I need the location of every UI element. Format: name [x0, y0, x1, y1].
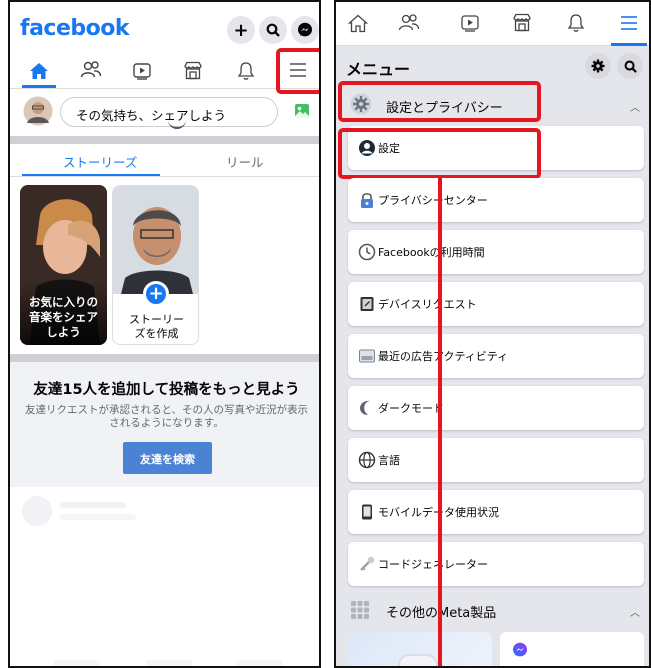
menu-item-privacy-center[interactable]: プライバシーセンター — [348, 178, 644, 222]
menu-item-code-generator[interactable]: コードジェネレーター — [348, 542, 644, 586]
menu-item-label: ダークモード — [378, 402, 444, 415]
profile-avatar[interactable] — [23, 96, 53, 126]
menu-item-settings[interactable]: 設定 — [348, 126, 644, 170]
phone-icon — [362, 504, 372, 520]
composer-placeholder: その気持ち、シェアしよう — [76, 108, 227, 123]
notifications-bell-icon[interactable] — [567, 13, 585, 33]
notifications-bell-icon[interactable] — [237, 61, 255, 81]
facebook-home-screen: facebook + その気持ち、シェアしよう ストーリーズ リール お気に入り… — [8, 0, 321, 668]
add-story-plus-icon[interactable]: + — [143, 281, 169, 307]
menu-item-label: デバイスリクエスト — [378, 298, 477, 311]
menu-item-label: Facebookの利用時間 — [378, 246, 485, 259]
key-icon — [360, 556, 375, 571]
create-story-label: ストーリー ズを作成 — [129, 313, 184, 340]
friends-icon[interactable] — [80, 60, 102, 80]
create-button[interactable]: + — [227, 16, 255, 44]
screenshot: facebook + その気持ち、シェアしよう ストーリーズ リール お気に入り… — [0, 0, 651, 668]
menu-item-label: コードジェネレーター — [378, 558, 488, 571]
section-divider — [10, 354, 319, 362]
settings-gear-icon — [350, 93, 372, 115]
collapse-chevron-icon[interactable]: ︿ — [630, 604, 640, 619]
create-story-card[interactable]: + ストーリー ズを作成 — [112, 185, 199, 345]
skeleton-block — [146, 660, 192, 666]
globe-icon — [358, 451, 376, 469]
settings-privacy-header[interactable]: 設定とプライバシー — [386, 97, 503, 116]
loading-spinner — [168, 119, 186, 129]
section-divider — [10, 136, 319, 144]
skeleton-avatar — [22, 496, 52, 526]
skeleton-block — [54, 660, 100, 666]
meta-products-grid-icon — [350, 600, 370, 620]
menu-item-label: 言語 — [378, 454, 400, 467]
find-friends-button[interactable]: 友達を検索 — [123, 442, 212, 474]
marketplace-icon[interactable] — [512, 13, 532, 32]
story-profile-photo — [113, 186, 198, 294]
tab-reels[interactable]: リール — [226, 152, 264, 171]
story-card-music[interactable]: お気に入りの 音楽をシェア しよう — [20, 185, 107, 345]
menu-item-device-requests[interactable]: デバイスリクエスト — [348, 282, 644, 326]
menu-hamburger-icon[interactable] — [288, 62, 308, 78]
home-icon[interactable] — [29, 62, 49, 80]
skeleton-block — [236, 660, 282, 666]
messenger-product-card[interactable] — [500, 632, 644, 666]
skeleton-line — [60, 514, 136, 520]
menu-item-label: 最近の広告アクティビティ — [378, 350, 509, 363]
menu-title: メニュー — [346, 60, 411, 79]
skeleton-line — [60, 502, 126, 508]
ad-icon — [359, 349, 375, 363]
top-nav-bar — [336, 2, 649, 46]
menu-item-label: プライバシーセンター — [378, 194, 488, 207]
menu-item-label: 設定 — [378, 142, 400, 155]
tabs-divider — [10, 176, 319, 177]
clock-icon — [358, 243, 376, 261]
highlight-guide-line — [438, 178, 442, 666]
menu-hamburger-active-icon[interactable] — [619, 15, 639, 31]
meta-quest-headset-icon — [398, 654, 438, 666]
search-icon[interactable] — [617, 53, 643, 79]
menu-item-mobile-data[interactable]: モバイルデータ使用状況 — [348, 490, 644, 534]
menu-item-time-on-facebook[interactable]: Facebookの利用時間 — [348, 230, 644, 274]
menu-item-recent-ad-activity[interactable]: 最近の広告アクティビティ — [348, 334, 644, 378]
moon-icon — [360, 400, 370, 415]
add-friends-subtitle: 友達リクエストが承認されると、その人の写真や近況が表示されるようになります。 — [24, 404, 309, 429]
privacy-lock-icon — [361, 193, 373, 208]
menu-item-language[interactable]: 言語 — [348, 438, 644, 482]
messenger-icon — [513, 642, 527, 657]
add-friends-title: 友達15人を追加して投稿をもっと見よう — [33, 382, 300, 398]
meta-product-card[interactable] — [348, 632, 492, 666]
collapse-chevron-icon[interactable]: ︿ — [630, 99, 640, 114]
nav-divider — [10, 88, 319, 89]
facebook-menu-screen: メニュー 設定とプライバシー ︿ 設定 プライバシーセンター Facebookの… — [334, 0, 651, 668]
settings-gear-icon[interactable] — [585, 53, 611, 79]
photo-icon[interactable] — [294, 103, 310, 119]
watch-icon[interactable] — [460, 14, 480, 32]
facebook-logo: facebook — [20, 16, 130, 41]
friends-icon[interactable] — [398, 13, 420, 33]
user-circle-icon — [359, 140, 375, 156]
menu-item-dark-mode[interactable]: ダークモード — [348, 386, 644, 430]
messenger-icon[interactable] — [291, 16, 319, 44]
add-friends-section: 友達15人を追加して投稿をもっと見よう 友達リクエストが承認されると、その人の写… — [10, 362, 319, 487]
story-music-text: お気に入りの 音楽をシェア しよう — [29, 295, 98, 339]
tab-stories[interactable]: ストーリーズ — [63, 152, 137, 171]
device-icon — [360, 297, 374, 311]
watch-icon[interactable] — [132, 62, 152, 80]
home-outline-icon[interactable] — [348, 14, 368, 33]
active-tab-indicator — [611, 43, 647, 46]
marketplace-icon[interactable] — [183, 61, 203, 80]
search-icon[interactable] — [259, 16, 287, 44]
